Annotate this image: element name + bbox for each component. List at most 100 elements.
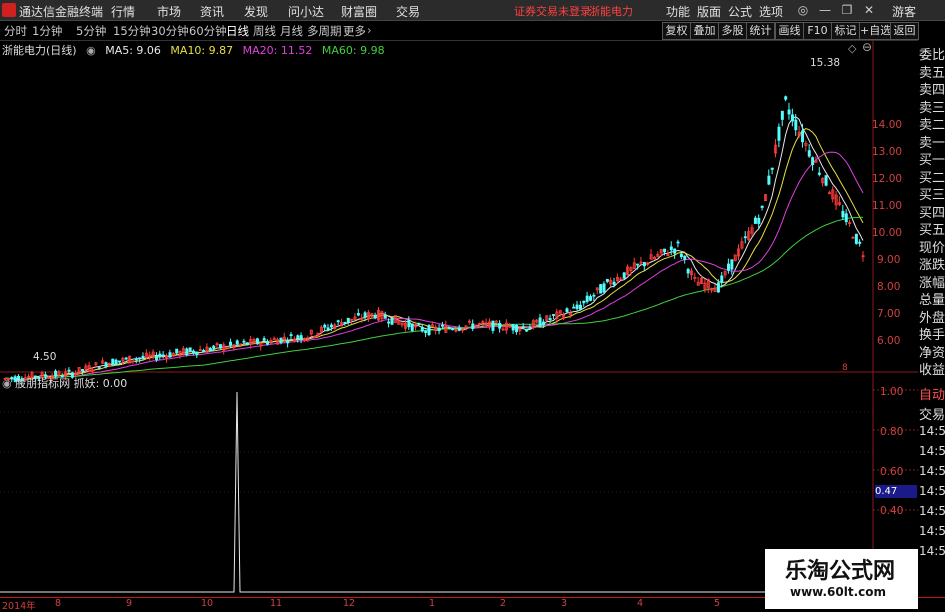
candle-body bbox=[858, 241, 862, 244]
candle-body bbox=[141, 355, 145, 359]
restore-icon[interactable]: ❐ bbox=[839, 2, 855, 18]
candle-body bbox=[118, 360, 122, 363]
statistics-button[interactable]: 统计 bbox=[746, 22, 775, 40]
settings-circle-icon[interactable]: ◉ bbox=[86, 44, 96, 57]
draw-line-button[interactable]: 画线 bbox=[775, 22, 804, 40]
candle-body bbox=[605, 279, 609, 282]
guest-label[interactable]: 游客 bbox=[892, 3, 916, 20]
candle-body bbox=[266, 340, 270, 345]
fuquan-button[interactable]: 复权 bbox=[662, 22, 691, 40]
candle-body bbox=[383, 315, 387, 319]
candle-body bbox=[720, 275, 724, 284]
indicator-tick: 0.80 bbox=[880, 426, 904, 438]
quote-field-label: 总量 bbox=[919, 293, 945, 308]
candle-body bbox=[185, 348, 189, 356]
candle-body bbox=[451, 328, 455, 331]
tab-5min[interactable]: 5分钟 bbox=[76, 23, 106, 39]
price-tick: 13.00 bbox=[872, 146, 903, 158]
ma10-label: MA10: 9.87 bbox=[170, 44, 234, 57]
indicator-tick: 0.40 bbox=[880, 505, 904, 517]
candle-body bbox=[471, 323, 475, 329]
candle-body bbox=[124, 357, 128, 360]
menu-wenxiaoda[interactable]: 问小达 bbox=[288, 3, 324, 20]
candle-body bbox=[80, 369, 84, 372]
candle-body bbox=[727, 263, 731, 271]
candle-body bbox=[356, 313, 360, 316]
feedback-icon[interactable]: ◎ bbox=[795, 2, 811, 18]
candle-body bbox=[753, 217, 757, 224]
menu-shichang[interactable]: 市场 bbox=[157, 3, 181, 20]
candle-body bbox=[730, 259, 734, 270]
menu-jiaoyi[interactable]: 交易 bbox=[396, 3, 420, 20]
menu-zixun[interactable]: 资讯 bbox=[200, 3, 224, 20]
diamond-icon[interactable]: ◇ bbox=[848, 42, 856, 55]
candle-body bbox=[168, 352, 172, 358]
tab-daily[interactable]: 日线 bbox=[226, 23, 249, 39]
ma5-label: MA5: 9.06 bbox=[105, 44, 161, 57]
menu-hangqing[interactable]: 行情 bbox=[111, 3, 135, 20]
high-price-label: 15.38 bbox=[810, 57, 841, 69]
candle-body bbox=[457, 327, 461, 331]
candle-body bbox=[854, 233, 858, 244]
tab-fenshi[interactable]: 分时 bbox=[4, 23, 27, 39]
low-price-label: 4.50 bbox=[33, 351, 57, 363]
tab-60min[interactable]: 60分钟 bbox=[189, 23, 227, 39]
close-icon[interactable]: ✕ bbox=[861, 2, 877, 18]
candle-body bbox=[663, 248, 667, 253]
tab-15min[interactable]: 15分钟 bbox=[113, 23, 151, 39]
menu-gongneng[interactable]: 功能 bbox=[666, 3, 690, 20]
quote-field-label: 卖三 bbox=[919, 100, 945, 116]
quote-field-label: 买一 bbox=[919, 153, 945, 168]
candle-body bbox=[683, 255, 687, 260]
overlay-button[interactable]: 叠加 bbox=[690, 22, 719, 40]
candle-body bbox=[578, 304, 582, 310]
f10-button[interactable]: F10 bbox=[803, 22, 832, 40]
tab-more[interactable]: 更多 bbox=[343, 23, 366, 39]
back-button[interactable]: 返回 bbox=[890, 22, 919, 40]
menu-banmian[interactable]: 版面 bbox=[697, 3, 721, 20]
zoom-icon[interactable]: ⊖ bbox=[862, 40, 872, 54]
candle-body bbox=[134, 358, 138, 361]
ma60-label: MA60: 9.98 bbox=[321, 44, 385, 57]
date-tick: 2 bbox=[500, 598, 507, 609]
candle-body bbox=[612, 281, 616, 286]
menu-faxian[interactable]: 发现 bbox=[244, 3, 268, 20]
login-notice[interactable]: 证券交易未登录 bbox=[514, 3, 591, 19]
tab-multi-period[interactable]: 多周期 bbox=[307, 23, 342, 39]
tab-1min[interactable]: 1分钟 bbox=[32, 23, 62, 39]
candle-body bbox=[780, 110, 784, 120]
indicator-tick: 0.60 bbox=[880, 466, 904, 478]
candle-body bbox=[373, 314, 377, 319]
multi-stock-button[interactable]: 多股 bbox=[718, 22, 747, 40]
price-tick: 14.00 bbox=[872, 119, 903, 131]
candle-body bbox=[329, 324, 333, 328]
menu-xuanxiang[interactable]: 选项 bbox=[759, 3, 783, 20]
tab-weekly[interactable]: 周线 bbox=[253, 23, 276, 39]
mark-button[interactable]: 标记 bbox=[831, 22, 860, 40]
candle-body bbox=[686, 268, 690, 274]
date-tick: 5 bbox=[714, 598, 721, 609]
trade-label: 交易 bbox=[919, 408, 945, 423]
candle-body bbox=[161, 354, 165, 357]
candle-body bbox=[111, 358, 115, 366]
candle-body bbox=[589, 296, 593, 301]
tab-30min[interactable]: 30分钟 bbox=[151, 23, 189, 39]
indicator-name[interactable]: 股朋指标网 bbox=[15, 377, 70, 390]
minimize-icon[interactable]: — bbox=[817, 2, 833, 18]
candle-body bbox=[447, 327, 451, 330]
menu-caifuquan[interactable]: 财富圈 bbox=[341, 3, 377, 20]
tab-monthly[interactable]: 月线 bbox=[280, 23, 303, 39]
menu-gongshi[interactable]: 公式 bbox=[728, 3, 752, 20]
candle-body bbox=[326, 327, 330, 331]
date-tick: 3 bbox=[561, 598, 568, 609]
date-tick: 4 bbox=[637, 598, 644, 609]
candle-body bbox=[417, 323, 421, 325]
add-favorite-button[interactable]: +自选 bbox=[859, 22, 891, 40]
ma20-line bbox=[4, 151, 864, 381]
candle-body bbox=[841, 210, 845, 218]
indicator-settings-icon[interactable]: ◉ bbox=[2, 377, 12, 390]
candle-body bbox=[602, 283, 606, 293]
chevron-right-icon[interactable]: › bbox=[367, 23, 372, 37]
candle-body bbox=[538, 317, 542, 327]
kline-chart[interactable]: 8 bbox=[0, 40, 918, 597]
